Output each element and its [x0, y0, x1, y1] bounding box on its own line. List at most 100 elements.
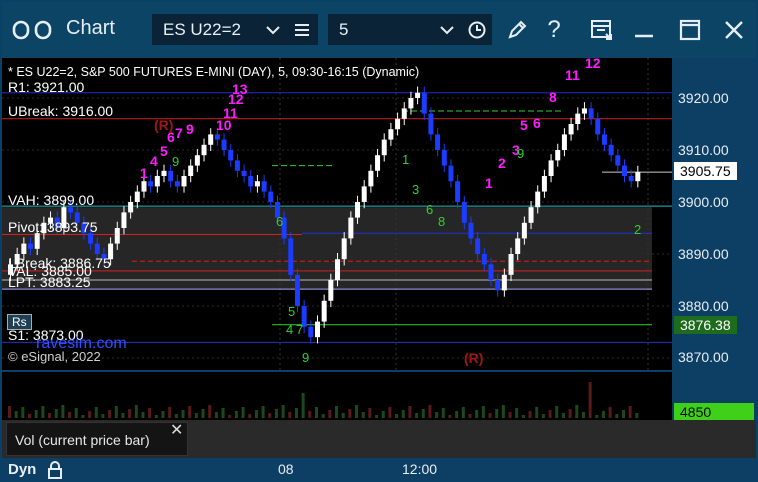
candle-body: [294, 274, 300, 306]
interval-selector[interactable]: 5: [328, 14, 492, 45]
volume-axis[interactable]: 4850: [672, 372, 756, 421]
volume-bar: [114, 406, 118, 418]
candle-body: [154, 176, 160, 187]
candle-body: [555, 150, 561, 161]
sequence-count-magenta: 11: [565, 67, 580, 83]
current-price-tag: 3905.75: [674, 162, 737, 180]
sequence-count-green: 9: [302, 350, 309, 365]
volume-bar: [515, 408, 519, 418]
price-tick: 3880.00: [678, 298, 729, 314]
sequence-count-green: 6: [276, 214, 283, 229]
sequence-count-magenta: 5: [520, 117, 528, 133]
study-label[interactable]: Vol (current price bar): [6, 422, 188, 456]
candle-body: [521, 222, 527, 239]
sequence-count-green: 2: [634, 222, 641, 237]
close-study-icon[interactable]: ✕: [170, 420, 183, 440]
volume-bar: [201, 409, 205, 418]
candle-body: [541, 176, 547, 192]
close-icon[interactable]: [718, 13, 750, 47]
volume-bar: [628, 406, 632, 418]
volume-value-tag: 4850: [674, 403, 754, 421]
candle-body: [581, 108, 587, 114]
dyn-mode-button[interactable]: Dyn: [8, 461, 36, 478]
candle-body: [588, 108, 594, 119]
volume-bar: [621, 410, 625, 418]
volume-canvas: [8, 382, 639, 418]
volume-panel[interactable]: [2, 372, 672, 420]
volume-bar: [415, 413, 419, 418]
volume-bar: [48, 413, 52, 418]
volume-bar: [8, 406, 11, 418]
candle-body: [608, 144, 614, 156]
interval-value: 5: [339, 20, 349, 39]
volume-bar: [68, 412, 72, 418]
pencil-icon[interactable]: [502, 13, 532, 47]
volume-bar: [348, 409, 352, 418]
level-label-vah: VAH: 3899.00: [8, 192, 95, 208]
grid-icon[interactable]: [10, 13, 56, 47]
candle-body: [475, 238, 481, 254]
volume-bar: [321, 414, 325, 418]
time-label: 08: [278, 461, 294, 477]
candle-body: [128, 202, 134, 213]
volume-bar: [341, 413, 345, 418]
volume-bar: [421, 409, 425, 418]
candle-body: [515, 238, 521, 254]
sequence-count-green: 5: [288, 304, 295, 319]
price-tick: 3920.00: [678, 90, 729, 106]
volume-bar: [181, 410, 185, 418]
candle-body: [615, 155, 621, 166]
price-chart[interactable]: 1 4 5 6 7 9 10 11 12 13 1 2 3 5 6 8 11 12 9 5 4 7 9 1 3 6 8 9 2 6 * E…: [2, 55, 672, 370]
volume-bar: [74, 408, 78, 418]
candle-body: [148, 181, 154, 187]
help-icon[interactable]: ?: [540, 13, 568, 47]
symbol-selector[interactable]: ES U22=2: [152, 14, 318, 45]
volume-bar: [375, 415, 379, 418]
volume-bar: [308, 411, 312, 418]
volume-bar: [14, 411, 18, 418]
r-marker-bottom: (R): [464, 350, 484, 366]
minimize-icon[interactable]: [628, 13, 660, 47]
candle-body: [361, 186, 367, 202]
volume-bar: [541, 414, 545, 418]
candle-body: [248, 176, 254, 187]
sequence-count-magenta: 7: [175, 125, 183, 141]
volume-bar: [281, 405, 285, 418]
volume-bar: [121, 413, 125, 418]
candle-body: [168, 170, 174, 182]
candle-body: [121, 212, 127, 228]
candle-body: [34, 233, 40, 249]
volume-bar: [528, 411, 532, 418]
menu-icon[interactable]: [293, 20, 311, 40]
chevron-down-icon: [439, 20, 455, 40]
layout-icon[interactable]: [586, 13, 618, 47]
sequence-count-green: 4: [286, 322, 293, 337]
volume-bar: [508, 412, 512, 418]
level-label-lpt: LPT: 3883.25: [8, 274, 91, 290]
price-axis[interactable]: 3920.00 3910.00 3900.00 3890.00 3880.00 …: [672, 58, 756, 370]
volume-bar: [134, 405, 138, 418]
volume-bar: [108, 410, 112, 418]
lock-icon[interactable]: [46, 460, 64, 480]
candle-body: [535, 191, 541, 208]
volume-bar: [448, 415, 452, 418]
volume-bar: [568, 409, 572, 418]
candle-body: [181, 176, 187, 187]
volume-bar: [635, 413, 639, 418]
candle-body: [328, 280, 334, 301]
clock-icon[interactable]: [467, 20, 487, 40]
sequence-count-magenta: 1: [485, 175, 493, 191]
candle-body: [435, 134, 441, 150]
candle-body: [114, 228, 120, 244]
candle-body: [621, 165, 627, 176]
candle-body: [568, 124, 574, 135]
maximize-icon[interactable]: [674, 13, 706, 47]
sequence-count-green: 9: [517, 146, 524, 161]
candle-body: [94, 243, 100, 254]
volume-bar: [468, 414, 472, 418]
study-label-text: Vol (current price bar): [15, 432, 150, 448]
time-axis-bar[interactable]: Dyn 08 12:00: [2, 458, 756, 480]
candle-body: [234, 160, 240, 171]
volume-bar: [368, 408, 372, 418]
sequence-count-green: 7: [296, 322, 303, 337]
